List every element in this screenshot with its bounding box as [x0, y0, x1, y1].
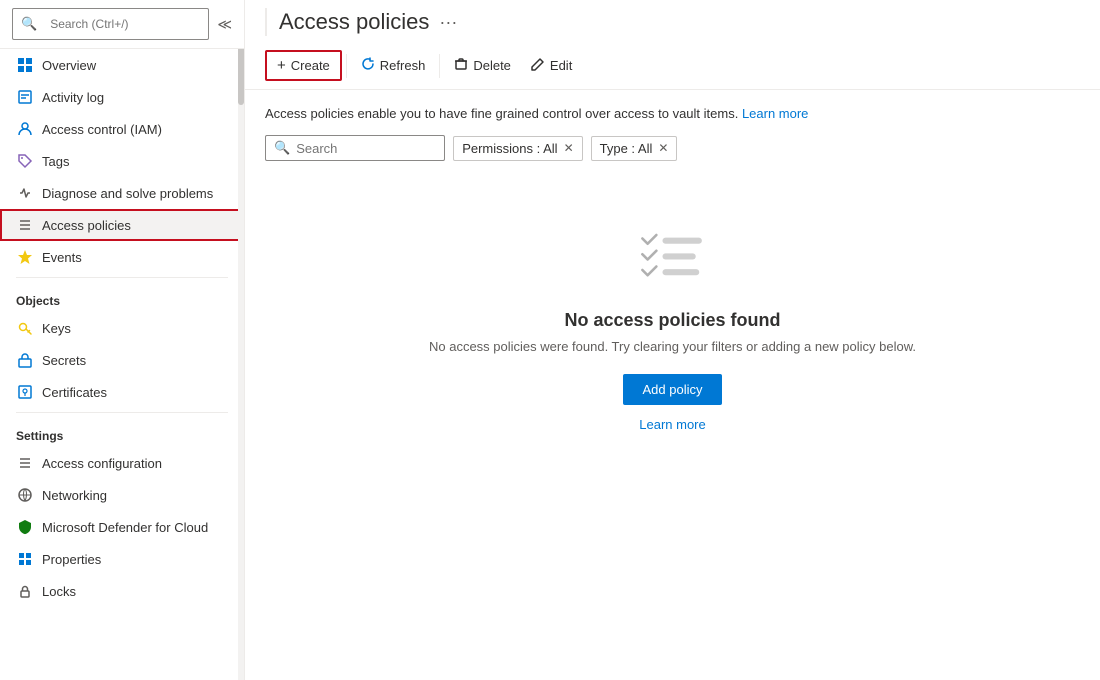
sidebar-item-properties[interactable]: Properties: [0, 543, 244, 575]
empty-state-subtitle: No access policies were found. Try clear…: [429, 339, 916, 354]
filter-permissions-label: Permissions : All: [462, 141, 557, 156]
more-options-icon[interactable]: ···: [439, 12, 457, 33]
create-label: Create: [291, 58, 330, 73]
filter-permissions-close[interactable]: ✕: [564, 142, 574, 154]
empty-state-title: No access policies found: [564, 310, 780, 331]
sidebar-item-tags[interactable]: Tags: [0, 145, 244, 177]
tags-icon: [16, 152, 34, 170]
edit-icon: [531, 57, 545, 74]
sidebar-item-label-overview: Overview: [42, 58, 96, 73]
sidebar-item-access-control[interactable]: Access control (IAM): [0, 113, 244, 145]
toolbar-separator-2: [439, 54, 440, 78]
filter-bar: 🔍 Permissions : All ✕ Type : All ✕: [265, 135, 1080, 161]
defender-icon: [16, 518, 34, 536]
delete-label: Delete: [473, 58, 511, 73]
learn-more-link-empty[interactable]: Learn more: [639, 417, 705, 432]
keys-icon: [16, 319, 34, 337]
page-title-row: Access policies ···: [265, 8, 1080, 36]
sidebar-item-label-access-control: Access control (IAM): [42, 122, 162, 137]
sidebar-item-secrets[interactable]: Secrets: [0, 344, 244, 376]
sidebar-item-networking[interactable]: Networking: [0, 479, 244, 511]
events-icon: [16, 248, 34, 266]
refresh-icon: [361, 57, 375, 74]
sidebar-search-icon: 🔍: [21, 16, 37, 32]
section-divider-objects: [16, 277, 228, 278]
sidebar-search-container: 🔍 ≪: [0, 0, 244, 49]
page-title-divider: [265, 8, 267, 36]
filter-tag-permissions: Permissions : All ✕: [453, 136, 582, 161]
delete-button[interactable]: Delete: [444, 52, 521, 79]
toolbar-separator-1: [346, 54, 347, 78]
sidebar-collapse-button[interactable]: ≪: [217, 16, 232, 33]
learn-more-link-header[interactable]: Learn more: [742, 106, 808, 121]
sidebar-search-input[interactable]: [42, 13, 200, 35]
sidebar-item-access-config[interactable]: Access configuration: [0, 447, 244, 479]
sidebar-item-label-defender: Microsoft Defender for Cloud: [42, 520, 208, 535]
filter-search-icon: 🔍: [274, 140, 290, 156]
delete-icon: [454, 57, 468, 74]
sidebar-item-label-properties: Properties: [42, 552, 101, 567]
activity-log-icon: [16, 88, 34, 106]
properties-icon: [16, 550, 34, 568]
empty-state-icon: [633, 221, 713, 294]
sidebar-item-access-policies[interactable]: Access policies: [0, 209, 244, 241]
sidebar-item-certificates[interactable]: Certificates: [0, 376, 244, 408]
diagnose-icon: [16, 184, 34, 202]
toolbar: + Create Refresh Delete: [265, 44, 1080, 89]
locks-icon: [16, 582, 34, 600]
sidebar-item-keys[interactable]: Keys: [0, 312, 244, 344]
section-label-settings: Settings: [0, 417, 244, 447]
refresh-button[interactable]: Refresh: [351, 52, 436, 79]
sidebar-item-defender[interactable]: Microsoft Defender for Cloud: [0, 511, 244, 543]
filter-type-close[interactable]: ✕: [658, 142, 668, 154]
edit-button[interactable]: Edit: [521, 52, 582, 79]
certificates-icon: [16, 383, 34, 401]
sidebar-item-label-certificates: Certificates: [42, 385, 107, 400]
sidebar: 🔍 ≪ Overview Activity log Access control…: [0, 0, 245, 680]
sidebar-item-label-access-config: Access configuration: [42, 456, 162, 471]
sidebar-item-activity-log[interactable]: Activity log: [0, 81, 244, 113]
add-policy-button[interactable]: Add policy: [623, 374, 723, 405]
filter-tag-type: Type : All ✕: [591, 136, 678, 161]
sidebar-item-label-tags: Tags: [42, 154, 69, 169]
sidebar-item-events[interactable]: Events: [0, 241, 244, 273]
access-config-icon: [16, 454, 34, 472]
empty-state: No access policies found No access polic…: [265, 181, 1080, 472]
networking-icon: [16, 486, 34, 504]
sidebar-item-label-networking: Networking: [42, 488, 107, 503]
filter-type-label: Type : All: [600, 141, 653, 156]
overview-icon: [16, 56, 34, 74]
section-divider-settings: [16, 412, 228, 413]
sidebar-item-diagnose[interactable]: Diagnose and solve problems: [0, 177, 244, 209]
info-text: Access policies enable you to have fine …: [265, 106, 1080, 121]
edit-label: Edit: [550, 58, 572, 73]
sidebar-item-overview[interactable]: Overview: [0, 49, 244, 81]
access-control-icon: [16, 120, 34, 138]
sidebar-item-label-events: Events: [42, 250, 82, 265]
sidebar-scrollbar[interactable]: [238, 40, 244, 680]
access-policies-icon: [16, 216, 34, 234]
sidebar-item-label-diagnose: Diagnose and solve problems: [42, 186, 213, 201]
sidebar-item-label-keys: Keys: [42, 321, 71, 336]
content-area: Access policies ··· + Create Refresh: [245, 0, 1100, 680]
sidebar-item-label-activity-log: Activity log: [42, 90, 104, 105]
page-title: Access policies: [279, 9, 429, 35]
filter-search-container[interactable]: 🔍: [265, 135, 445, 161]
sidebar-item-label-access-policies: Access policies: [42, 218, 131, 233]
sidebar-item-label-locks: Locks: [42, 584, 76, 599]
refresh-label: Refresh: [380, 58, 426, 73]
filter-search-input[interactable]: [296, 141, 436, 156]
sidebar-item-locks[interactable]: Locks: [0, 575, 244, 607]
create-button[interactable]: + Create: [265, 50, 342, 81]
page-header: Access policies ··· + Create Refresh: [245, 0, 1100, 90]
sidebar-item-label-secrets: Secrets: [42, 353, 86, 368]
secrets-icon: [16, 351, 34, 369]
section-label-objects: Objects: [0, 282, 244, 312]
content-body: Access policies enable you to have fine …: [245, 90, 1100, 680]
create-icon: +: [277, 57, 286, 74]
